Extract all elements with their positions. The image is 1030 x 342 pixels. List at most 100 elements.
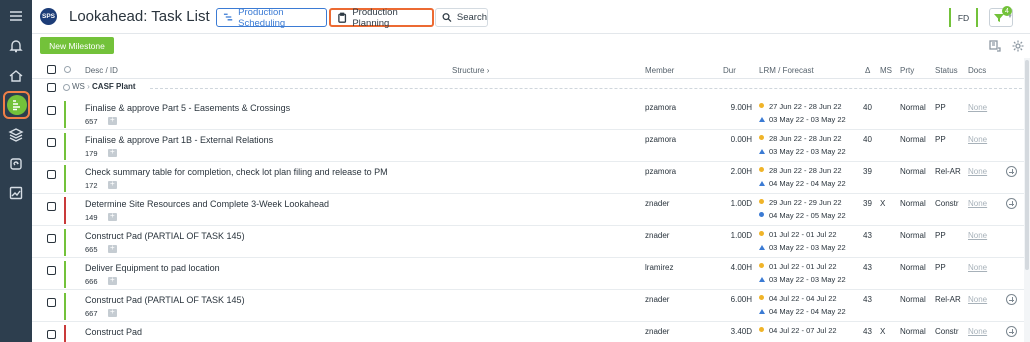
layers-icon[interactable] xyxy=(0,121,32,149)
home-icon[interactable] xyxy=(0,62,32,90)
table-row[interactable]: Determine Site Resources and Complete 3-… xyxy=(32,194,1030,226)
task-member: pzamora xyxy=(645,103,677,112)
table-row[interactable]: Construct Pad znader 3.40D 04 Jul 22 - 0… xyxy=(32,322,1030,342)
task-docs-link[interactable]: None xyxy=(968,135,987,144)
table-row[interactable]: Deliver Equipment to pad location 666 lr… xyxy=(32,258,1030,290)
comment-icon[interactable] xyxy=(108,147,117,157)
task-description[interactable]: Check summary table for completion, chec… xyxy=(85,167,388,177)
new-milestone-button[interactable]: New Milestone xyxy=(40,37,114,54)
comment-icon[interactable] xyxy=(108,115,117,125)
row-checkbox[interactable] xyxy=(47,266,56,275)
task-docs-link[interactable]: None xyxy=(968,327,987,336)
column-header-status[interactable]: Status xyxy=(935,66,958,75)
table-row[interactable]: Construct Pad (PARTIAL OF TASK 145) 667 … xyxy=(32,290,1030,322)
bell-icon[interactable] xyxy=(0,32,32,60)
column-header-docs[interactable]: Docs xyxy=(968,66,986,75)
task-delta: 43 xyxy=(863,295,872,304)
row-checkbox[interactable] xyxy=(47,330,56,339)
task-description[interactable]: Construct Pad (PARTIAL OF TASK 145) xyxy=(85,231,245,241)
user-avatar[interactable]: FD xyxy=(949,8,978,27)
task-id: 179 xyxy=(85,149,98,158)
add-icon[interactable] xyxy=(1006,294,1017,305)
column-header-delta[interactable]: Δ xyxy=(865,66,870,75)
group-checkbox[interactable] xyxy=(47,83,56,92)
production-scheduling-button[interactable]: Production Scheduling xyxy=(216,7,327,29)
task-docs-link[interactable]: None xyxy=(968,263,987,272)
comment-icon[interactable] xyxy=(108,243,117,253)
status-stripe xyxy=(64,133,66,160)
task-priority: Normal xyxy=(900,327,926,336)
task-description[interactable]: Determine Site Resources and Complete 3-… xyxy=(85,199,329,209)
lrm-dates: 28 Jun 22 - 28 Jun 22 xyxy=(759,166,842,175)
task-milestone: X xyxy=(880,199,886,208)
column-header-structure[interactable]: Structure › xyxy=(452,66,489,75)
task-priority: Normal xyxy=(900,263,926,272)
column-header-ms[interactable]: MS xyxy=(880,66,892,75)
task-docs-link[interactable]: None xyxy=(968,295,987,304)
task-description[interactable]: Finalise & approve Part 5 - Easements & … xyxy=(85,103,290,113)
row-checkbox[interactable] xyxy=(47,106,56,115)
column-header-lrm-forecast[interactable]: LRM / Forecast xyxy=(759,66,814,75)
forecast-dates: 04 May 22 - 05 May 22 xyxy=(759,211,846,220)
search-button[interactable]: Search xyxy=(435,8,488,27)
add-icon[interactable] xyxy=(1006,198,1017,209)
task-status: Constr xyxy=(935,199,959,208)
column-header-desc[interactable]: Desc / ID xyxy=(85,66,118,75)
comment-icon[interactable] xyxy=(108,179,117,189)
task-duration: 1.00D xyxy=(730,199,752,208)
lrm-marker-icon xyxy=(759,103,764,108)
production-planning-button[interactable]: Production Planning xyxy=(329,7,434,29)
page-title[interactable]: Lookahead: Task List xyxy=(69,8,210,25)
task-status: Constr xyxy=(935,327,959,336)
schedule-icon xyxy=(223,13,233,21)
row-checkbox[interactable] xyxy=(47,234,56,243)
task-docs-link[interactable]: None xyxy=(968,103,987,112)
gear-icon[interactable] xyxy=(1012,40,1024,52)
select-all-checkbox[interactable] xyxy=(47,65,56,74)
task-docs-link[interactable]: None xyxy=(968,167,987,176)
task-delta: 43 xyxy=(863,263,872,272)
search-icon xyxy=(442,13,452,22)
task-list-icon[interactable] xyxy=(3,91,30,119)
group-collapse-icon[interactable] xyxy=(63,84,70,91)
chevron-right-icon: › xyxy=(87,82,90,91)
header-divider xyxy=(32,78,1030,79)
task-description[interactable]: Construct Pad xyxy=(85,327,142,337)
table-row[interactable]: Construct Pad (PARTIAL OF TASK 145) 665 … xyxy=(32,226,1030,258)
task-description[interactable]: Construct Pad (PARTIAL OF TASK 145) xyxy=(85,295,245,305)
column-header-prty[interactable]: Prty xyxy=(900,66,914,75)
comment-icon[interactable] xyxy=(108,211,117,221)
comment-icon[interactable] xyxy=(108,275,117,285)
task-docs-link[interactable]: None xyxy=(968,199,987,208)
table-row[interactable]: Check summary table for completion, chec… xyxy=(32,162,1030,194)
task-duration: 2.00H xyxy=(730,167,752,176)
row-checkbox[interactable] xyxy=(47,202,56,211)
scrollbar-thumb[interactable] xyxy=(1025,60,1029,270)
filter-button[interactable]: 4 ▼ xyxy=(989,6,1013,27)
table-row[interactable]: Finalise & approve Part 1B - External Re… xyxy=(32,130,1030,162)
add-icon[interactable] xyxy=(1006,326,1017,337)
row-checkbox[interactable] xyxy=(47,298,56,307)
table-row[interactable]: Finalise & approve Part 5 - Easements & … xyxy=(32,98,1030,130)
lrm-dates: 29 Jun 22 - 29 Jun 22 xyxy=(759,198,842,207)
task-description[interactable]: Finalise & approve Part 1B - External Re… xyxy=(85,135,273,145)
sync-icon[interactable] xyxy=(0,150,32,178)
comment-icon[interactable] xyxy=(108,307,117,317)
row-checkbox[interactable] xyxy=(47,138,56,147)
task-duration: 1.00D xyxy=(730,231,752,240)
column-header-member[interactable]: Member xyxy=(645,66,674,75)
collapse-all-icon[interactable] xyxy=(64,66,71,73)
column-header-dur[interactable]: Dur xyxy=(723,66,736,75)
menu-icon[interactable] xyxy=(0,2,32,30)
lrm-dates: 01 Jul 22 - 01 Jul 22 xyxy=(759,230,837,239)
trend-chart-icon[interactable] xyxy=(0,179,32,207)
task-member: znader xyxy=(645,295,670,304)
add-icon[interactable] xyxy=(1006,166,1017,177)
task-duration: 4.00H xyxy=(730,263,752,272)
row-checkbox[interactable] xyxy=(47,170,56,179)
task-description[interactable]: Deliver Equipment to pad location xyxy=(85,263,220,273)
column-settings-icon[interactable] xyxy=(989,40,1001,52)
task-docs-link[interactable]: None xyxy=(968,231,987,240)
group-row: WS › CASF Plant xyxy=(32,80,1030,96)
group-divider xyxy=(150,88,1022,89)
